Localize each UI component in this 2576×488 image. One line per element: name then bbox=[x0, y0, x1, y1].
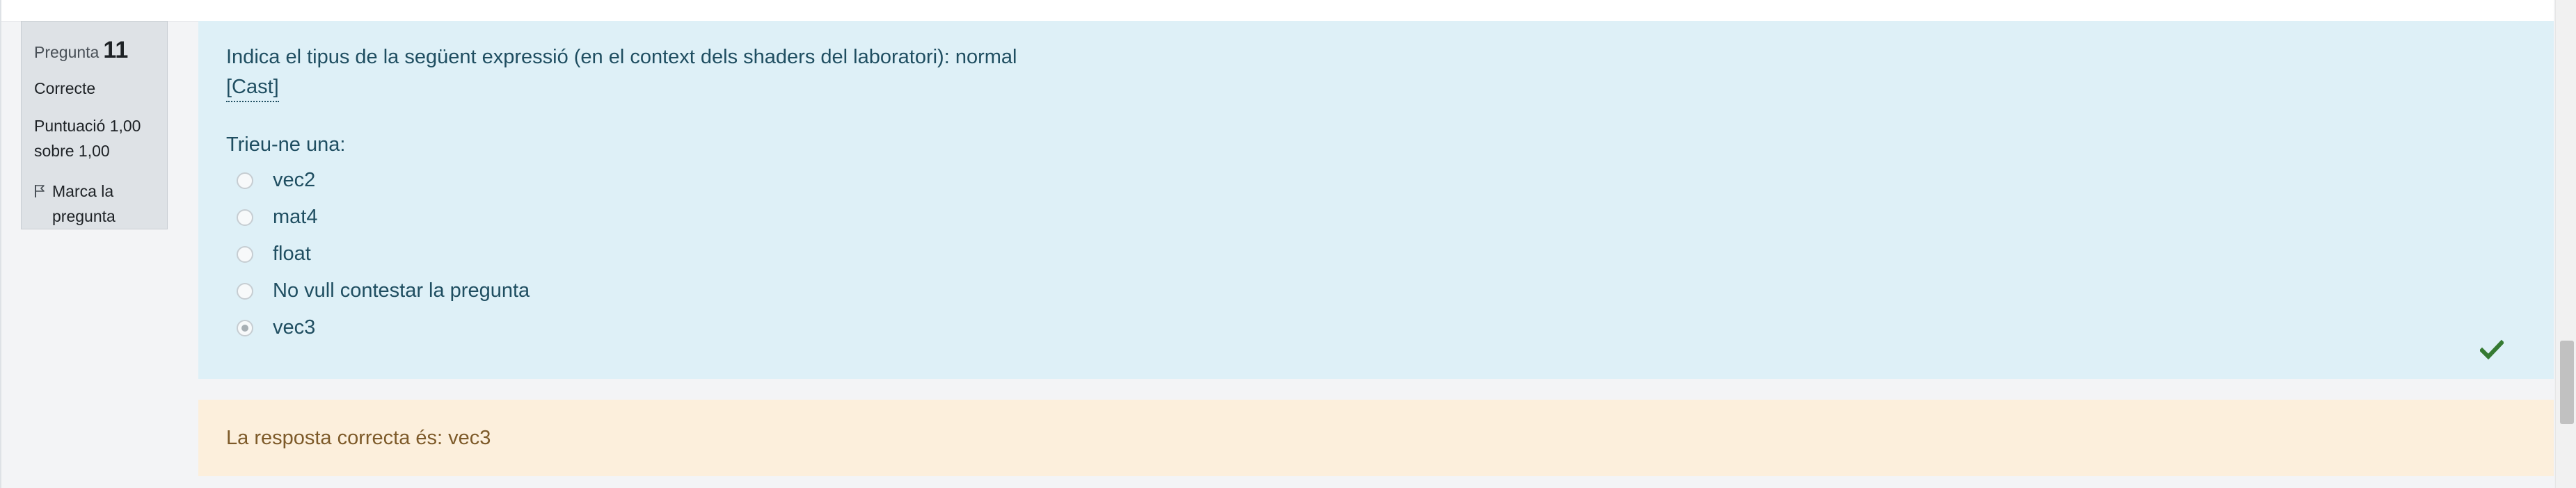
answer-option-vec3[interactable]: vec3 bbox=[226, 309, 2526, 346]
question-text: Indica el tipus de la següent expressió … bbox=[226, 46, 1017, 68]
right-answer-text: La resposta correcta és: vec3 bbox=[226, 426, 491, 449]
question-label: Pregunta bbox=[34, 43, 100, 61]
answer-option-mat4[interactable]: mat4 bbox=[226, 199, 2526, 236]
answer-label: float bbox=[273, 243, 311, 265]
answer-label: mat4 bbox=[273, 206, 318, 228]
answer-label: vec3 bbox=[273, 316, 316, 339]
question-number: 11 bbox=[103, 37, 129, 63]
check-icon bbox=[2480, 339, 2504, 360]
question-number-heading: Pregunta 11 bbox=[34, 37, 154, 64]
answer-radio[interactable] bbox=[237, 172, 253, 189]
right-answer-feedback: La resposta correcta és: vec3 bbox=[198, 400, 2554, 476]
flag-icon bbox=[35, 185, 45, 197]
answer-label: No vull contestar la pregunta bbox=[273, 279, 530, 302]
question-grade: Puntuació 1,00 sobre 1,00 bbox=[34, 117, 141, 160]
answer-prompt: Trieu-ne una: bbox=[226, 133, 346, 156]
cast-link[interactable]: [Cast] bbox=[226, 73, 279, 102]
flag-question-button[interactable]: Marca la pregunta bbox=[34, 179, 154, 229]
answer-option-vec2[interactable]: vec2 bbox=[226, 162, 2526, 199]
answer-list: vec2 mat4 float No vull contestar la pre… bbox=[226, 162, 2526, 346]
answer-radio[interactable] bbox=[237, 209, 253, 226]
answer-option-no-answer[interactable]: No vull contestar la pregunta bbox=[226, 273, 2526, 309]
previous-question-bottom bbox=[0, 0, 2554, 22]
question-info-panel: Pregunta 11 Correcte Puntuació 1,00 sobr… bbox=[21, 21, 168, 229]
page: Pregunta 11 Correcte Puntuació 1,00 sobr… bbox=[0, 0, 2554, 488]
answer-option-float[interactable]: float bbox=[226, 236, 2526, 273]
answer-label: vec2 bbox=[273, 169, 316, 191]
answer-radio-selected[interactable] bbox=[237, 319, 253, 336]
answer-radio[interactable] bbox=[237, 245, 253, 263]
question-formulation: Indica el tipus de la següent expressió … bbox=[198, 21, 2554, 379]
vertical-scrollbar[interactable] bbox=[2555, 0, 2576, 488]
left-border bbox=[0, 0, 1, 488]
question-state: Correcte bbox=[34, 79, 96, 97]
scrollbar-thumb[interactable] bbox=[2560, 341, 2574, 424]
flag-question-label: Marca la pregunta bbox=[52, 182, 116, 225]
answer-radio[interactable] bbox=[237, 282, 253, 300]
